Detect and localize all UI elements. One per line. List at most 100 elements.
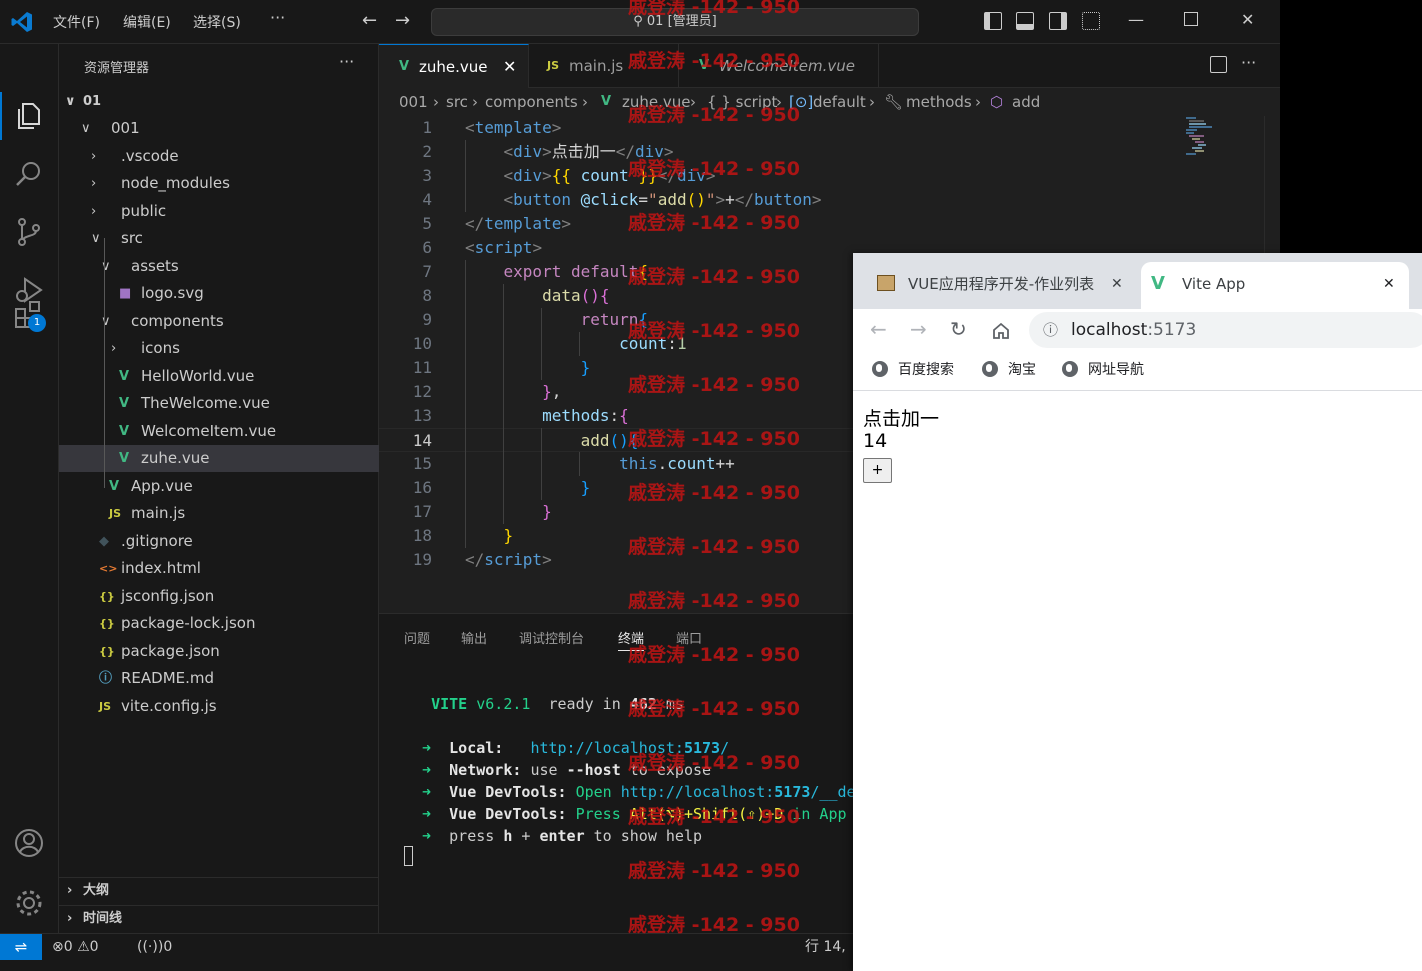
tree-item[interactable]: ∨ components <box>59 308 379 335</box>
browser-tab-vite-app[interactable]: V Vite App ✕ <box>1141 262 1409 309</box>
indent-guide <box>541 428 542 500</box>
breadcrumb-item[interactable]: src <box>446 88 468 116</box>
breadcrumb-item[interactable]: 001 <box>399 88 428 116</box>
breadcrumb-item[interactable]: add <box>1012 88 1040 116</box>
more-actions-icon[interactable]: ··· <box>1241 53 1256 72</box>
breadcrumb-item[interactable]: default <box>813 88 866 116</box>
tree-item[interactable]: ◆ .gitignore <box>59 528 379 555</box>
bookmark-baidu[interactable]: 百度搜索 <box>872 353 954 387</box>
forward-arrow-icon[interactable]: → <box>395 10 410 31</box>
code-line[interactable]: 4 <button @click="add()">+</button> <box>379 188 1280 212</box>
maximize-icon[interactable] <box>1184 12 1198 26</box>
breadcrumb-item[interactable]: { } script <box>707 88 777 116</box>
search-icon[interactable] <box>13 158 45 190</box>
split-editor-icon[interactable] <box>1210 56 1227 73</box>
customize-layout-icon[interactable] <box>1082 12 1100 30</box>
breadcrumb-item[interactable]: zuhe.vue <box>622 88 691 116</box>
tree-item[interactable]: {} package.json <box>59 638 379 665</box>
code-text: <div>点击加一</div> <box>503 142 674 161</box>
home-icon[interactable] <box>991 321 1011 341</box>
line-number: 19 <box>412 550 432 569</box>
breadcrumb-item[interactable]: components <box>485 88 578 116</box>
tab-main-js[interactable]: JS main.js <box>529 44 679 88</box>
tree-item[interactable]: ■ logo.svg <box>59 280 379 307</box>
close-tab-icon[interactable]: ✕ <box>1111 262 1123 306</box>
code-text: <template> <box>465 118 562 137</box>
tree-item[interactable]: › .vscode <box>59 143 379 170</box>
code-line[interactable]: 3 <div>{{ count }}</div> <box>379 164 1280 188</box>
tree-item[interactable]: › icons <box>59 335 379 362</box>
site-info-icon[interactable]: ⓘ <box>1043 312 1058 348</box>
command-center[interactable]: ⚲ 01 [管理员] <box>431 8 919 36</box>
tree-item[interactable]: {} package-lock.json <box>59 610 379 637</box>
tree-item[interactable]: {} jsconfig.json <box>59 583 379 610</box>
code-line[interactable]: 1 <template> <box>379 116 1280 140</box>
tree-item[interactable]: ∨ assets <box>59 253 379 280</box>
tree-item[interactable]: <> index.html <box>59 555 379 582</box>
address-bar[interactable]: ⓘ localhost:5173 <box>1029 312 1422 348</box>
ports-indicator[interactable]: ((·))0 <box>137 934 172 960</box>
outline-section[interactable]: › 大纲 <box>59 877 379 903</box>
tree-item[interactable]: V HelloWorld.vue <box>59 363 379 390</box>
tree-item[interactable]: V App.vue <box>59 473 379 500</box>
toggle-secondary-sidebar-icon[interactable] <box>1049 12 1067 30</box>
gear-icon[interactable] <box>13 887 45 919</box>
forward-arrow-icon[interactable]: → <box>910 317 927 341</box>
bookmark-nav[interactable]: 网址导航 <box>1062 353 1144 387</box>
panel-tab-debug-console[interactable]: 调试控制台 <box>519 628 584 647</box>
tree-item[interactable]: JS main.js <box>59 500 379 527</box>
tree-item-label: icons <box>141 339 180 357</box>
close-tab-icon[interactable]: ✕ <box>1383 262 1395 306</box>
tree-item[interactable]: ∨ src <box>59 225 379 252</box>
account-icon[interactable] <box>13 827 45 859</box>
tree-item[interactable]: Vzuhe.vue <box>59 445 379 472</box>
html-file-icon: <> <box>99 562 118 575</box>
vue-file-icon: V <box>699 58 710 73</box>
tree-item[interactable]: ∨ 001 <box>59 115 379 142</box>
menu-file[interactable]: 文件(F) <box>53 12 100 32</box>
close-icon[interactable]: ✕ <box>1241 10 1254 29</box>
line-number: 2 <box>422 142 432 161</box>
back-arrow-icon[interactable]: ← <box>870 317 887 341</box>
back-arrow-icon[interactable]: ← <box>362 10 377 31</box>
tab-zuhe-vue[interactable]: V zuhe.vue ✕ <box>379 44 529 88</box>
errors-indicator[interactable]: ⊗0 ⚠0 <box>52 934 99 960</box>
tree-item[interactable]: ⓘ README.md <box>59 665 379 692</box>
tab-welcomeitem-vue[interactable]: V WelcomeItem.vue <box>679 44 879 88</box>
increment-button[interactable]: + <box>863 458 892 483</box>
breadcrumb-item[interactable]: methods <box>906 88 972 116</box>
site-favicon-icon <box>877 275 895 291</box>
terminal-cursor[interactable] <box>404 846 413 866</box>
tree-item[interactable]: V WelcomeItem.vue <box>59 418 379 445</box>
chevron-right-icon: › <box>472 93 478 111</box>
browser-tab-homework[interactable]: VUE应用程序开发-作业列表 ✕ <box>865 262 1140 309</box>
toggle-sidebar-icon[interactable] <box>984 12 1002 30</box>
code-line[interactable]: 5 </template> <box>379 212 1280 236</box>
sidebar-more-button[interactable]: ··· <box>339 52 354 71</box>
tree-root[interactable]: ∨ 01 <box>59 88 379 115</box>
menu-selection[interactable]: 选择(S) <box>193 12 241 32</box>
menu-edit[interactable]: 编辑(E) <box>123 12 171 32</box>
reload-icon[interactable]: ↻ <box>950 317 967 341</box>
panel-tab-ports[interactable]: 端口 <box>676 628 702 647</box>
timeline-section[interactable]: › 时间线 <box>59 905 379 931</box>
cursor-position[interactable]: 行 14, <box>805 934 846 960</box>
tree-item-label: zuhe.vue <box>141 449 210 467</box>
code-line[interactable]: 2 <div>点击加一</div> <box>379 140 1280 164</box>
close-tab-icon[interactable]: ✕ <box>503 45 516 89</box>
minimap[interactable] <box>1184 116 1224 156</box>
remote-indicator-icon[interactable]: ⇌ <box>0 934 42 960</box>
tree-item[interactable]: V TheWelcome.vue <box>59 390 379 417</box>
tree-item[interactable]: › public <box>59 198 379 225</box>
menu-more[interactable]: ··· <box>270 8 285 27</box>
panel-tab-terminal[interactable]: 终端 <box>618 628 645 651</box>
source-control-icon[interactable] <box>13 216 45 248</box>
panel-tab-problems[interactable]: 问题 <box>404 628 430 647</box>
explorer-icon[interactable] <box>13 100 45 132</box>
toggle-panel-icon[interactable] <box>1016 12 1034 30</box>
minimize-icon[interactable]: — <box>1128 10 1144 29</box>
bookmark-taobao[interactable]: 淘宝 <box>982 353 1036 387</box>
tree-item[interactable]: JS vite.config.js <box>59 693 379 720</box>
panel-tab-output[interactable]: 输出 <box>461 628 487 647</box>
tree-item[interactable]: › node_modules <box>59 170 379 197</box>
